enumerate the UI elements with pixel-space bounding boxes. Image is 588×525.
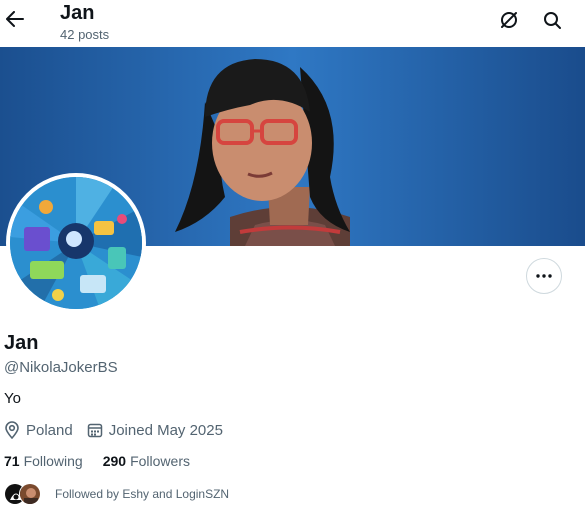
post-count: 42 posts <box>60 27 110 42</box>
followers-count: 290 <box>102 453 127 469</box>
user-bio: Yo <box>4 390 21 407</box>
following-link[interactable]: 71 Following <box>4 452 83 470</box>
more-options-button[interactable] <box>526 258 562 294</box>
search-button[interactable] <box>540 8 564 32</box>
user-handle: @NikolaJokerBS <box>4 359 118 376</box>
grok-icon <box>501 12 517 28</box>
location-text: Poland <box>26 421 73 439</box>
location-pin-icon <box>5 421 19 439</box>
calendar-icon <box>87 423 102 438</box>
profile-avatar[interactable] <box>6 173 146 313</box>
back-button[interactable] <box>4 6 26 32</box>
follower-avatar <box>19 483 41 505</box>
profile-meta: Poland Joined May 2025 <box>4 420 237 440</box>
avatar-image <box>10 177 142 309</box>
followers-link[interactable]: 290 Followers <box>103 452 190 470</box>
followed-by-row[interactable]: Followed by Eshy and LoginSZN <box>4 482 229 506</box>
following-count: 71 <box>4 453 20 469</box>
search-icon <box>543 11 561 29</box>
grok-button[interactable] <box>497 8 521 32</box>
arrow-left-icon <box>6 11 24 27</box>
page-title: Jan <box>60 2 95 24</box>
joined-item: Joined May 2025 <box>87 422 223 439</box>
following-label: Following <box>23 453 83 469</box>
location-item: Poland <box>4 421 73 439</box>
display-name: Jan <box>4 332 39 354</box>
profile-stats: 71 Following 290 Followers <box>4 452 210 470</box>
more-dots-icon <box>536 274 552 278</box>
followers-label: Followers <box>130 453 190 469</box>
top-bar: Jan 42 posts <box>0 0 588 47</box>
joined-text: Joined May 2025 <box>108 421 223 439</box>
followed-by-text[interactable]: Followed by Eshy and LoginSZN <box>55 487 229 501</box>
